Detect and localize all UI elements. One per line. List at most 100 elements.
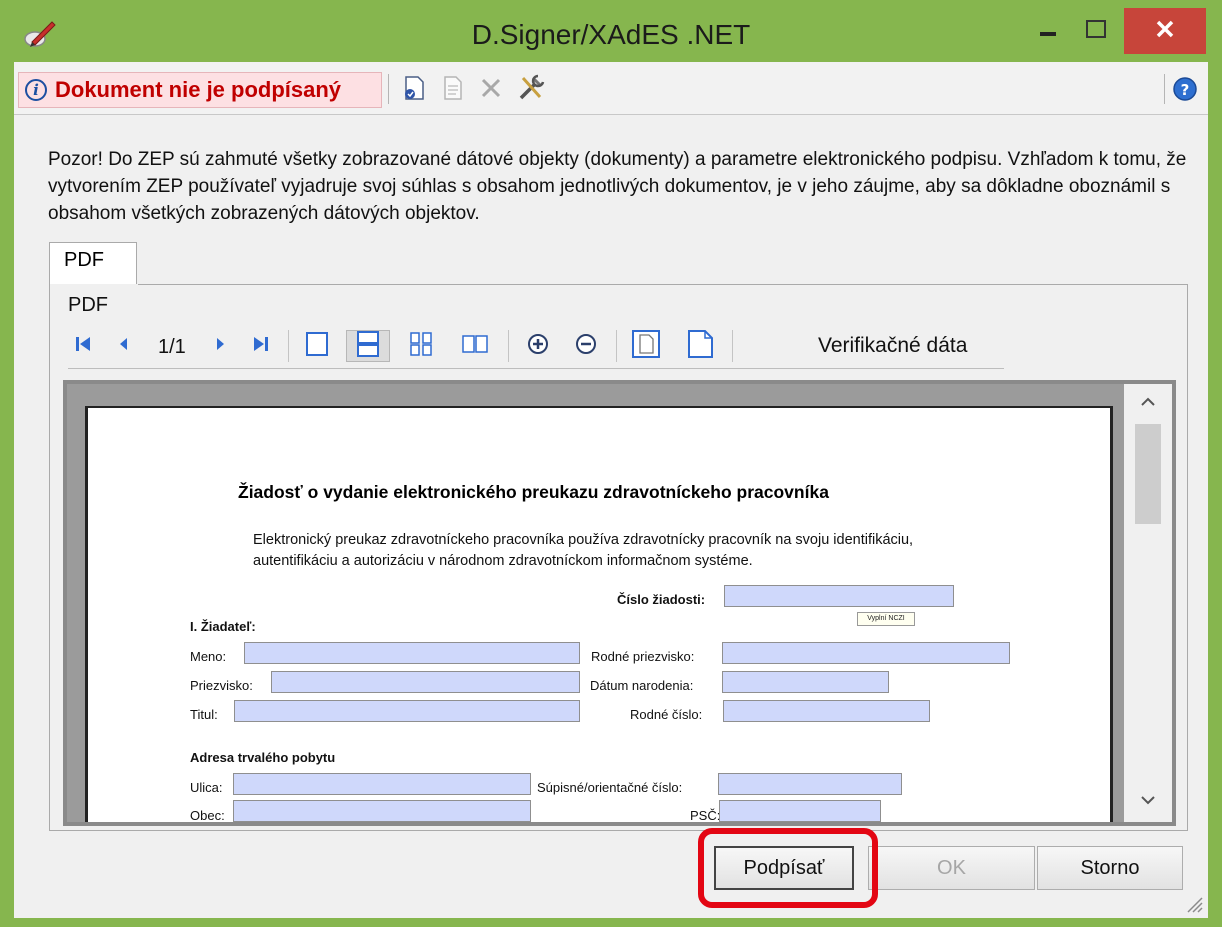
close-icon — [1154, 18, 1176, 45]
status-text: Dokument nie je podpísaný — [55, 77, 342, 102]
pdf-tab-panel: PDF 1/1 Verifikačné dáta Žiadosť o vydan… — [49, 284, 1188, 831]
scrollbar-thumb[interactable] — [1135, 424, 1161, 524]
birth-number-field[interactable] — [723, 700, 930, 722]
vertical-scrollbar[interactable] — [1124, 384, 1172, 822]
document-intro: Elektronický preukaz zdravotníckeho prac… — [253, 532, 914, 569]
document-button[interactable] — [436, 74, 470, 106]
svg-text:?: ? — [1181, 81, 1190, 99]
fit-width-button[interactable] — [680, 329, 720, 364]
sign-button-highlight — [698, 828, 878, 908]
title-bar[interactable]: D.Signer/XAdES .NET — [0, 0, 1222, 62]
toolbar-separator — [1164, 74, 1165, 104]
resize-grip-icon[interactable] — [1182, 892, 1204, 914]
signature-status: i Dokument nie je podpísaný — [18, 72, 382, 108]
birth-surname-label: Rodné priezvisko: — [591, 649, 695, 664]
zoom-in-icon — [526, 332, 550, 361]
grid-view-button[interactable] — [402, 330, 440, 362]
cancel-button[interactable]: Storno — [1037, 846, 1183, 890]
scroll-down-icon[interactable] — [1136, 788, 1160, 812]
continuous-view-button[interactable] — [346, 330, 390, 362]
continuous-icon — [355, 330, 381, 362]
scroll-up-icon[interactable] — [1136, 390, 1160, 414]
close-button[interactable] — [1124, 8, 1206, 54]
request-number-label: Číslo žiadosti: — [617, 592, 706, 607]
applicant-section-heading: I. Žiadateľ: — [190, 619, 256, 634]
pdf-page: Žiadosť o vydanie elektronického preukaz… — [85, 406, 1113, 823]
next-page-icon — [210, 333, 232, 360]
settings-icon — [516, 73, 546, 108]
last-page-icon — [250, 333, 272, 360]
first-page-button[interactable] — [68, 330, 98, 362]
page-indicator: 1/1 — [158, 336, 186, 358]
viewer-toolbar: 1/1 Verifikačné dáta — [68, 324, 1004, 369]
surname-label: Priezvisko: — [190, 678, 253, 693]
birth-date-label: Dátum narodenia: — [590, 678, 694, 693]
toolbar-separator — [508, 330, 509, 362]
next-page-button[interactable] — [206, 330, 236, 362]
prev-page-icon — [112, 333, 134, 360]
verification-data-button[interactable]: Verifikačné dáta — [818, 334, 967, 358]
house-number-field[interactable] — [718, 773, 902, 795]
prev-page-button[interactable] — [108, 330, 138, 362]
toolbar-separator — [732, 330, 733, 362]
birth-date-field[interactable] — [722, 671, 889, 693]
document-icon — [440, 74, 466, 107]
dialog-body: i Dokument nie je podpísaný ? Pozor! Do … — [14, 62, 1208, 918]
grid-icon — [408, 331, 434, 362]
app-window: D.Signer/XAdES .NET i Dokument nie je po… — [0, 0, 1222, 927]
title-label: Titul: — [190, 707, 218, 722]
tab-label: PDF — [64, 249, 104, 271]
info-icon: i — [25, 79, 47, 101]
toolbar: i Dokument nie je podpísaný ? — [14, 62, 1208, 115]
certificate-button[interactable] — [396, 74, 430, 106]
zoom-in-button[interactable] — [520, 330, 556, 362]
toolbar-separator — [616, 330, 617, 362]
street-field[interactable] — [233, 773, 531, 795]
toolbar-separator — [288, 330, 289, 362]
city-field[interactable] — [233, 800, 531, 822]
street-label: Ulica: — [190, 780, 223, 795]
toolbar-separator — [388, 74, 389, 104]
birth-surname-field[interactable] — [722, 642, 1010, 664]
postal-code-label: PSČ: — [690, 808, 721, 823]
city-label: Obec: — [190, 808, 225, 823]
fit-width-icon — [685, 329, 715, 364]
tab-divider — [138, 284, 1187, 285]
two-page-icon — [461, 331, 489, 362]
request-number-field[interactable] — [724, 585, 954, 607]
first-name-label: Meno: — [190, 649, 227, 664]
first-name-field[interactable] — [244, 642, 580, 664]
address-section-heading: Adresa trvalého pobytu — [190, 750, 336, 765]
fit-page-button[interactable] — [626, 329, 666, 364]
house-number-label: Súpisné/orientačné číslo: — [537, 780, 683, 795]
surname-field[interactable] — [271, 671, 580, 693]
zoom-out-button[interactable] — [568, 330, 604, 362]
single-page-icon — [304, 331, 330, 362]
delete-button[interactable] — [474, 74, 508, 106]
delete-icon — [478, 75, 504, 106]
certificate-icon — [399, 74, 427, 107]
two-page-button[interactable] — [456, 330, 494, 362]
field-tooltip: Vyplní NCZI — [857, 612, 915, 626]
fit-page-icon — [631, 329, 661, 364]
maximize-button[interactable] — [1076, 8, 1116, 54]
zoom-out-icon — [574, 332, 598, 361]
minimize-button[interactable] — [1030, 8, 1066, 54]
document-title: Žiadosť o vydanie elektronického preukaz… — [238, 482, 829, 502]
document-preview[interactable]: Žiadosť o vydanie elektronického preukaz… — [63, 380, 1176, 826]
help-icon: ? — [1172, 77, 1198, 106]
first-page-icon — [72, 333, 94, 360]
ok-button[interactable]: OK — [868, 846, 1035, 890]
settings-button[interactable] — [514, 74, 548, 106]
tab-pdf[interactable]: PDF — [49, 242, 137, 286]
single-page-button[interactable] — [298, 330, 336, 362]
title-field[interactable] — [234, 700, 580, 722]
minimize-icon — [1038, 19, 1058, 44]
postal-code-field[interactable] — [719, 800, 881, 822]
birth-number-label: Rodné číslo: — [630, 707, 703, 722]
warning-notice: Pozor! Do ZEP sú zahmuté všetky zobrazov… — [48, 149, 1187, 224]
last-page-button[interactable] — [246, 330, 276, 362]
viewer-label: PDF — [68, 294, 108, 316]
maximize-icon — [1085, 19, 1107, 44]
help-button[interactable]: ? — [1172, 76, 1198, 102]
